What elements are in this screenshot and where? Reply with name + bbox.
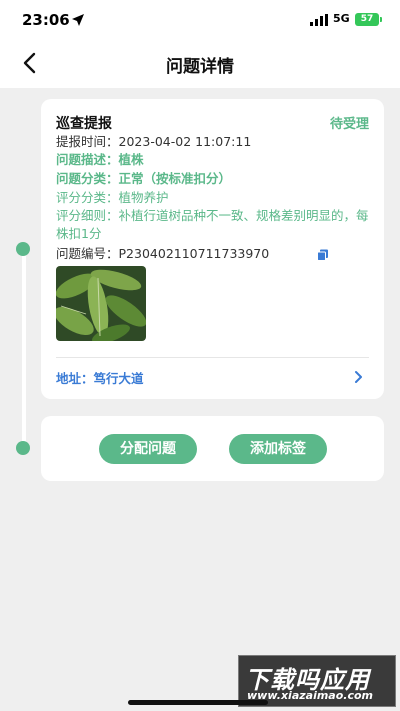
report-time-row: 提报时间：2023-04-02 11:07:11 [56, 133, 251, 151]
problem-desc-value: 植株 [118, 152, 144, 167]
score-detail-row: 评分细则：补植行道树品种不一致、规格差别明显的，每株扣1分 [56, 207, 376, 243]
divider [56, 357, 369, 358]
problem-category-row: 问题分类：正常（按标准扣分） [56, 170, 231, 188]
report-title: 巡查提报 [56, 116, 112, 132]
report-time-value: 2023-04-02 11:07:11 [118, 134, 252, 149]
battery-icon: 57 [355, 13, 379, 26]
report-time-label: 提报时间： [56, 134, 119, 149]
problem-desc-label: 问题描述： [56, 152, 119, 167]
report-photo[interactable] [56, 266, 146, 341]
address-link[interactable]: 地址：笃行大道 [56, 368, 144, 387]
report-card: 巡查提报 待受理 提报时间：2023-04-02 11:07:11 问题描述：植… [41, 99, 384, 399]
problem-code-label: 问题编号： [56, 246, 119, 261]
score-detail-label: 评分细则： [56, 208, 119, 223]
score-category-row: 评分分类：植物养护 [56, 189, 169, 207]
problem-category-value: 正常（按标准扣分） [118, 171, 232, 186]
problem-code-value: P230402110711733970 [118, 246, 270, 261]
actions-card: 分配问题 添加标签 [41, 416, 384, 481]
score-category-value: 植物养护 [118, 190, 169, 205]
home-indicator [128, 700, 268, 705]
status-time: 23:06 [22, 11, 70, 29]
address-value: 笃行大道 [93, 371, 144, 386]
status-badge: 待受理 [329, 117, 369, 132]
problem-desc-row: 问题描述：植株 [56, 151, 144, 169]
top-bar: 23:06 5G 57 问题详情 [0, 0, 400, 88]
add-tag-button[interactable]: 添加标签 [229, 434, 327, 464]
timeline-line [22, 250, 26, 448]
timeline-dot [16, 242, 30, 256]
network-type: 5G [333, 12, 350, 25]
problem-category-label: 问题分类： [56, 171, 119, 186]
page-title: 问题详情 [166, 57, 234, 77]
score-category-label: 评分分类： [56, 190, 119, 205]
location-arrow-icon [72, 14, 84, 26]
address-label: 地址： [56, 371, 94, 386]
status-bar: 23:06 5G 57 [0, 0, 400, 40]
timeline-dot [16, 441, 30, 455]
signal-icon [310, 14, 328, 26]
chevron-right-icon[interactable] [354, 370, 364, 384]
battery-cap [380, 17, 382, 22]
plant-photo-image [56, 266, 146, 341]
problem-code-row: 问题编号：P230402110711733970 [56, 245, 269, 263]
assign-problem-button[interactable]: 分配问题 [99, 434, 197, 464]
copy-icon[interactable] [317, 249, 329, 261]
